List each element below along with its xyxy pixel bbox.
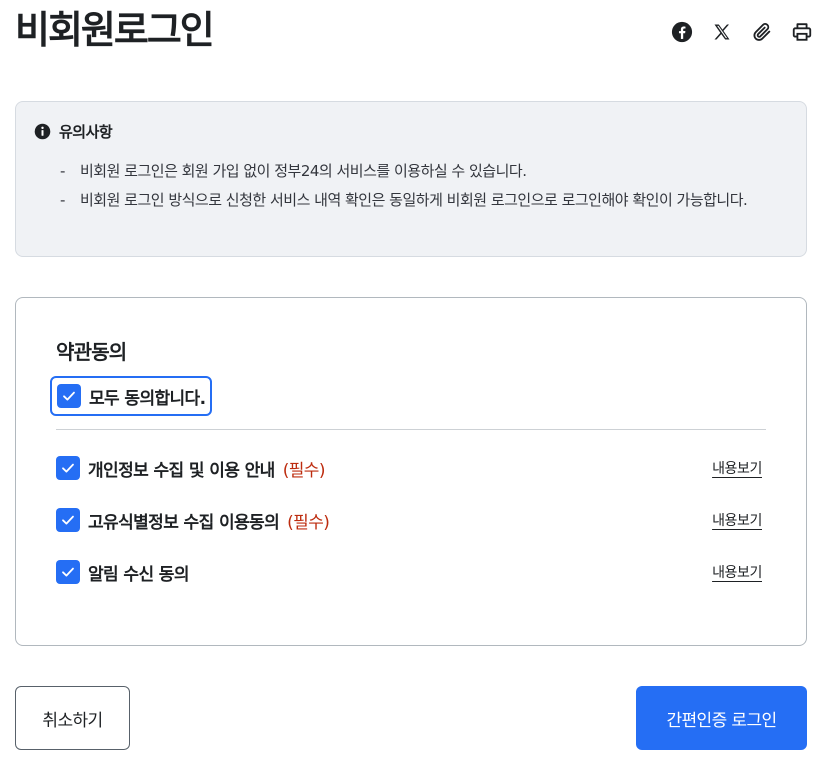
terms-title: 약관동의 — [56, 340, 127, 364]
checkmark-icon — [63, 391, 75, 401]
x-icon[interactable] — [710, 18, 734, 46]
term-checkbox[interactable] — [56, 560, 80, 584]
print-icon[interactable] — [790, 18, 814, 46]
notice-box: 유의사항 비회원 로그인은 회원 가입 없이 정부24의 서비스를 이용하실 수… — [15, 101, 807, 257]
info-icon — [34, 123, 51, 139]
divider — [56, 429, 766, 430]
page-title: 비회원로그인 — [15, 8, 215, 52]
terms-agreement-box: 약관동의 모두 동의합니다. 개인정보 수집 및 이용 안내 (필수) 내용보기 — [15, 297, 807, 646]
term-item-privacy: 개인정보 수집 및 이용 안내 (필수) 내용보기 — [56, 442, 766, 494]
view-details-link[interactable]: 내용보기 — [712, 562, 762, 582]
term-checkbox[interactable] — [56, 456, 80, 480]
term-label: 개인정보 수집 및 이용 안내 — [88, 460, 275, 481]
simple-auth-login-button[interactable]: 간편인증 로그인 — [636, 686, 807, 750]
term-label: 고유식별정보 수집 이용동의 — [88, 512, 280, 533]
share-toolbar — [670, 18, 814, 46]
paperclip-icon[interactable] — [750, 18, 774, 46]
checkmark-icon — [62, 515, 74, 525]
check-all-checkbox[interactable] — [57, 384, 81, 408]
view-details-link[interactable]: 내용보기 — [712, 510, 762, 530]
required-badge: (필수) — [287, 512, 330, 533]
check-all-option[interactable]: 모두 동의합니다. — [50, 376, 213, 416]
notice-title: 유의사항 — [59, 122, 113, 141]
term-item-notification: 알림 수신 동의 내용보기 — [56, 546, 766, 598]
notice-list: 비회원 로그인은 회원 가입 없이 정부24의 서비스를 이용하실 수 있습니다… — [34, 157, 788, 215]
facebook-icon[interactable] — [670, 18, 694, 46]
checkmark-icon — [62, 567, 74, 577]
notice-header: 유의사항 — [34, 120, 788, 142]
required-badge: (필수) — [282, 460, 326, 481]
term-checkbox[interactable] — [56, 508, 80, 532]
term-label: 알림 수신 동의 — [88, 564, 189, 585]
cancel-button[interactable]: 취소하기 — [15, 686, 130, 750]
notice-item: 비회원 로그인 방식으로 신청한 서비스 내역 확인은 동일하게 비회원 로그인… — [34, 186, 788, 215]
view-details-link[interactable]: 내용보기 — [712, 458, 762, 478]
terms-list: 개인정보 수집 및 이용 안내 (필수) 내용보기 고유식별정보 수집 이용동의… — [56, 442, 766, 598]
check-all-label: 모두 동의합니다. — [89, 388, 206, 409]
term-item-unique-id: 고유식별정보 수집 이용동의 (필수) 내용보기 — [56, 494, 766, 546]
notice-item: 비회원 로그인은 회원 가입 없이 정부24의 서비스를 이용하실 수 있습니다… — [34, 157, 788, 186]
checkmark-icon — [62, 463, 74, 473]
